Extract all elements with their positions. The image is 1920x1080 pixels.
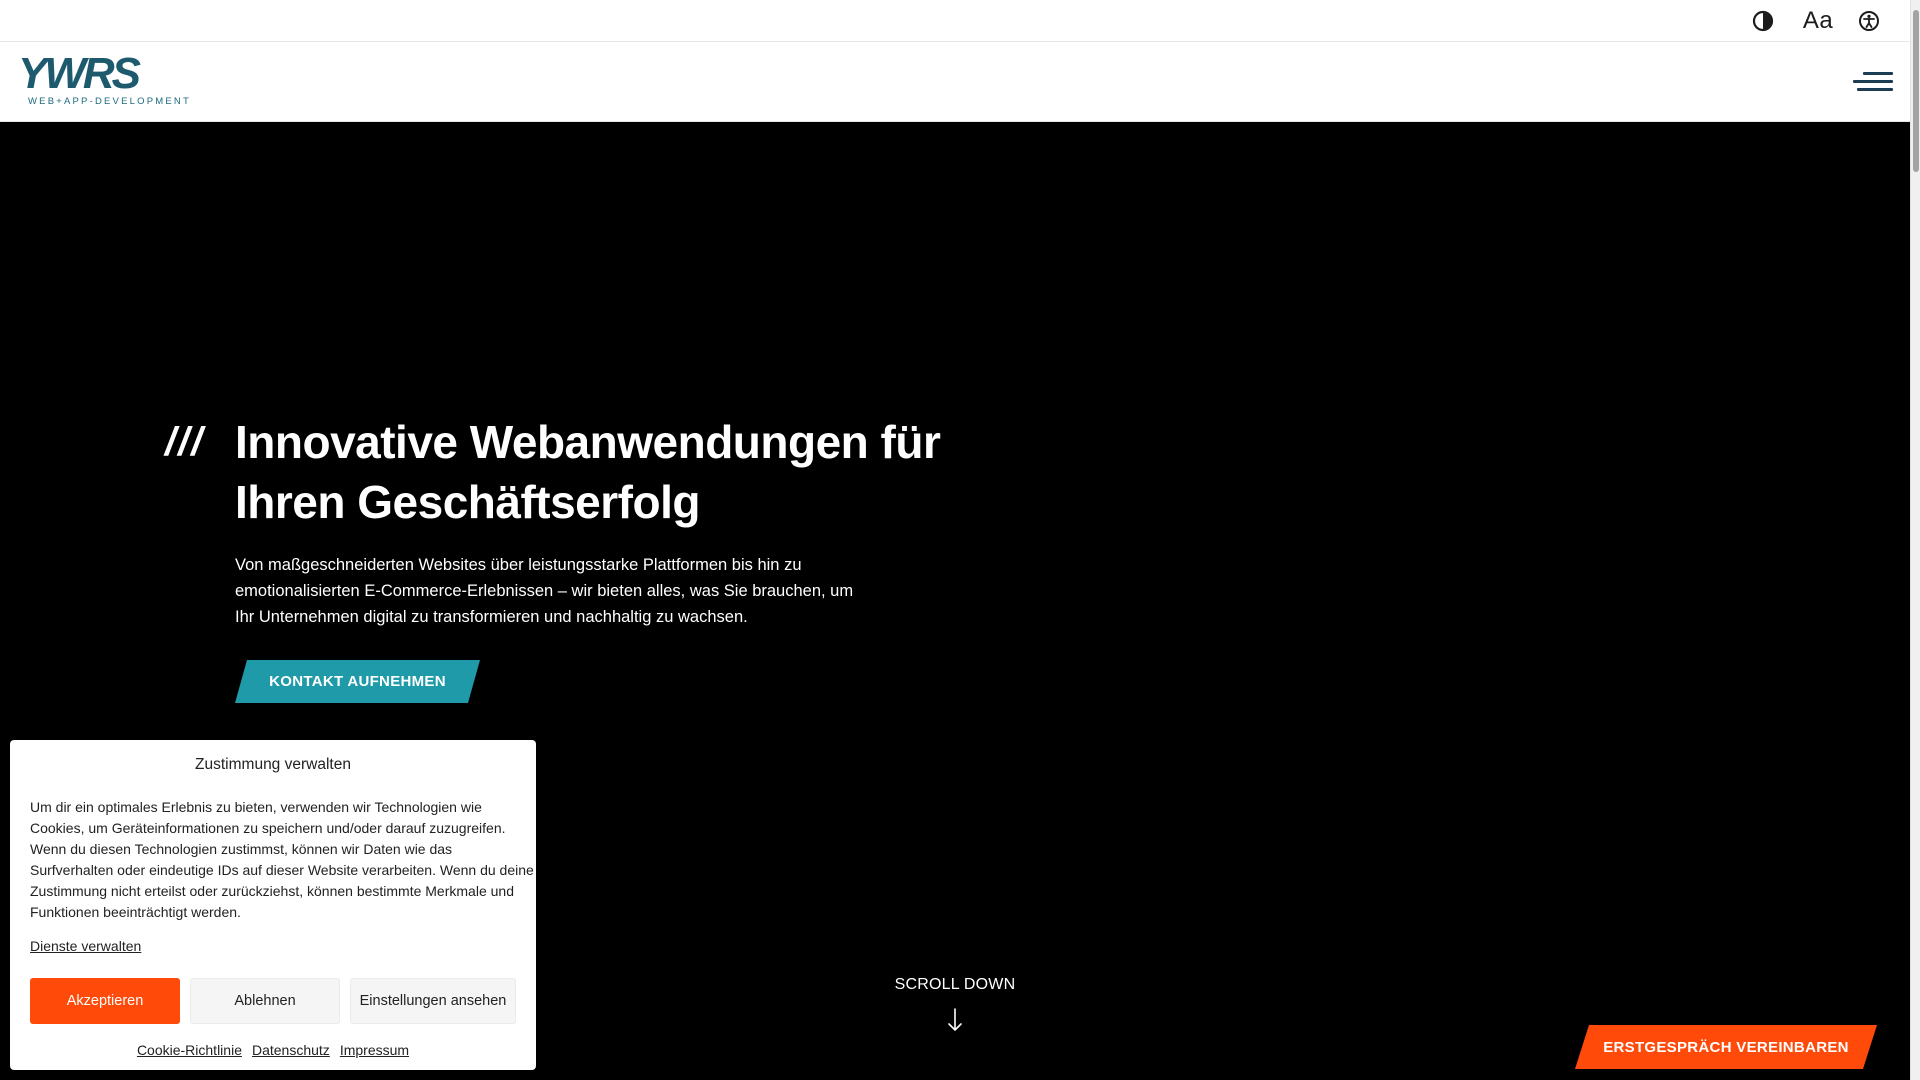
logo[interactable]: YWRS WEB+APP-DEVELOPMENT [18, 49, 189, 110]
cookie-footer-links: Cookie-Richtlinie Datenschutz Impressum [10, 1042, 536, 1058]
contrast-icon[interactable] [1750, 8, 1776, 34]
cookie-body-line: Surfverhalten oder eindeutige IDs auf di… [30, 862, 534, 878]
hamburger-line [1863, 72, 1893, 75]
accept-button[interactable]: Akzeptieren [30, 978, 180, 1024]
logo-mark: YWRS [18, 49, 141, 98]
cookie-body-line: Funktionen beeinträchtigt werden. [30, 904, 241, 920]
hero-text-line: Ihr Unternehmen digital zu transformiere… [235, 608, 748, 626]
imprint-link[interactable]: Impressum [340, 1042, 409, 1058]
cookie-dialog-title: Zustimmung verwalten [195, 756, 351, 773]
cookie-consent-dialog: Zustimmung verwalten Um dir ein optimale… [10, 740, 536, 1070]
deny-button[interactable]: Ablehnen [190, 978, 340, 1024]
hero-title-line: Innovative Webanwendungen für [235, 416, 941, 468]
scroll-down-label: SCROLL DOWN [894, 976, 1016, 993]
site-header: YWRS WEB+APP-DEVELOPMENT [0, 42, 1910, 122]
hero-title: Innovative Webanwendungen für Ihren Gesc… [235, 412, 995, 532]
hero-text-line: emotionalisierten E-Commerce-Erlebnissen… [235, 582, 854, 600]
cookie-policy-link[interactable]: Cookie-Richtlinie [137, 1042, 242, 1058]
page: Aa YWRS WEB+APP-DEVELOPMENT /// Innovati… [0, 0, 1910, 1080]
hero-slashes: /// [165, 420, 205, 464]
cookie-body-line: Wenn du diesen Technologien zustimmst, k… [30, 841, 453, 857]
arrow-down-icon [948, 1008, 962, 1031]
contact-button-label: KONTAKT AUFNEHMEN [269, 673, 446, 690]
font-size-icon[interactable]: Aa [1802, 7, 1834, 34]
cookie-dialog-body: Um dir ein optimales Erlebnis zu bieten,… [30, 797, 534, 923]
page-scrollbar[interactable] [1910, 0, 1920, 1080]
hero-text: Von maßgeschneiderten Websites über leis… [235, 552, 854, 630]
cookie-body-line: Zustimmung nicht erteilst oder zurückzie… [30, 883, 514, 899]
privacy-link[interactable]: Datenschutz [252, 1042, 330, 1058]
manage-services-link[interactable]: Dienste verwalten [30, 938, 141, 954]
hero-title-line: Ihren Geschäftserfolg [235, 476, 700, 528]
appointment-button[interactable]: ERSTGESPRÄCH VEREINBAREN [1575, 1025, 1877, 1069]
logo-subtitle: WEB+APP-DEVELOPMENT [28, 96, 191, 107]
cookie-body-line: Cookies, um Geräteinformationen zu speic… [30, 820, 506, 836]
contact-button[interactable]: KONTAKT AUFNEHMEN [235, 660, 480, 703]
scroll-down-link[interactable]: SCROLL DOWN [880, 976, 1030, 1037]
view-settings-button[interactable]: Einstellungen ansehen [350, 978, 516, 1024]
hamburger-menu-icon[interactable] [1853, 72, 1893, 96]
cookie-body-line: Um dir ein optimales Erlebnis zu bieten,… [30, 799, 482, 815]
utility-bar: Aa [0, 0, 1910, 42]
hamburger-line [1853, 80, 1893, 83]
appointment-button-label: ERSTGESPRÄCH VEREINBAREN [1603, 1038, 1849, 1056]
hero-text-line: Von maßgeschneiderten Websites über leis… [235, 556, 802, 574]
accessibility-icon[interactable] [1856, 8, 1882, 34]
font-size-glyph: Aa [1802, 7, 1834, 34]
scrollbar-thumb[interactable] [1913, 10, 1919, 172]
hamburger-line [1857, 88, 1893, 91]
